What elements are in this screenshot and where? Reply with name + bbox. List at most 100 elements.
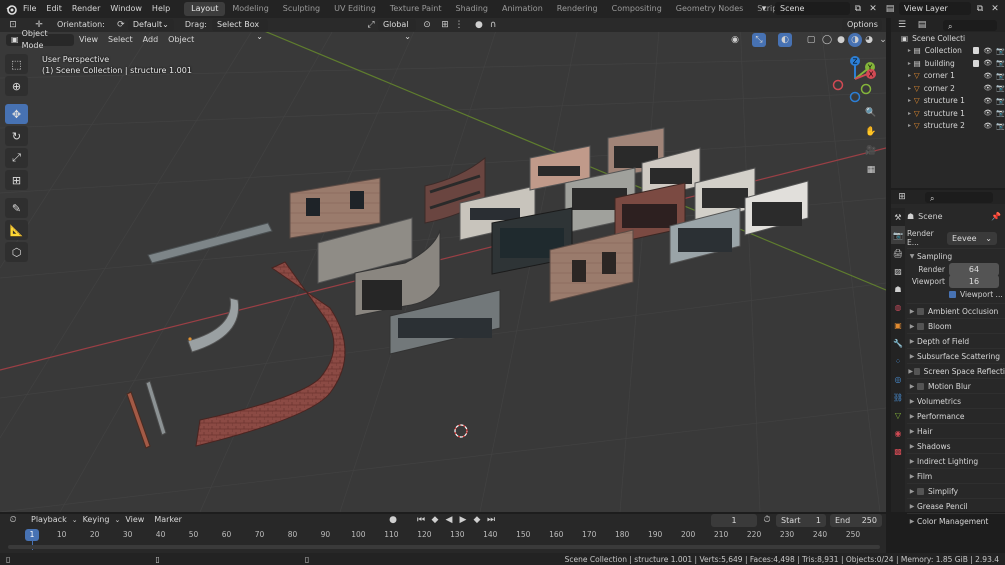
- viewport-samples-field[interactable]: 16: [949, 274, 999, 288]
- output-tab-icon[interactable]: 🖨: [891, 244, 905, 262]
- solid-shading-icon[interactable]: ●: [834, 33, 848, 47]
- render-camera-icon[interactable]: 📷: [996, 109, 1005, 117]
- menu-keying[interactable]: Keying: [78, 513, 115, 527]
- world-tab-icon[interactable]: ◍: [891, 298, 905, 316]
- proportional-edit-icon[interactable]: ●: [472, 18, 486, 32]
- blender-logo-icon[interactable]: [4, 2, 18, 16]
- navigation-gizmo[interactable]: Z Y X: [830, 54, 880, 104]
- menu-view[interactable]: View: [74, 33, 103, 47]
- tab-texture-paint[interactable]: Texture Paint: [383, 2, 449, 16]
- tab-animation[interactable]: Animation: [495, 2, 550, 16]
- transform-orientation-dropdown[interactable]: Global ⌄: [377, 19, 416, 41]
- pin-icon[interactable]: 📌: [991, 212, 1001, 221]
- options-dropdown[interactable]: Options: [842, 19, 882, 31]
- snap-target-icon[interactable]: ⋮: [452, 18, 466, 32]
- display-mode-icon[interactable]: ▤: [915, 18, 929, 32]
- section-enable-checkbox[interactable]: [917, 307, 924, 315]
- new-view-layer-icon[interactable]: ⧉: [973, 2, 987, 16]
- scene-icon[interactable]: ▾: [757, 2, 771, 16]
- include-checkbox[interactable]: [973, 47, 980, 55]
- wireframe-shading-icon[interactable]: ◯: [820, 33, 834, 47]
- editor-type-icon[interactable]: ⊡: [6, 18, 20, 32]
- viewport-denoise-row[interactable]: Viewport ...: [907, 287, 1005, 301]
- camera-view-icon[interactable]: 🎥: [864, 144, 878, 158]
- preview-range-icon[interactable]: ⏱: [760, 513, 774, 527]
- particles-tab-icon[interactable]: ⁘: [891, 352, 905, 370]
- menu-render[interactable]: Render: [67, 0, 105, 18]
- transform-tool-icon[interactable]: ⊞: [5, 170, 28, 190]
- annotate-tool-icon[interactable]: ✎: [5, 198, 28, 218]
- expand-icon[interactable]: ▸: [905, 72, 914, 79]
- pivot-point-icon[interactable]: ⊙: [420, 18, 434, 32]
- add-cube-tool-icon[interactable]: ⬡: [5, 242, 28, 262]
- visibility-eye-icon[interactable]: 👁: [983, 59, 992, 67]
- constraints-tab-icon[interactable]: ⛓: [891, 388, 905, 406]
- menu-object[interactable]: Object: [163, 33, 199, 47]
- view-layer-icon[interactable]: ▤: [883, 2, 897, 16]
- prev-keyframe-icon[interactable]: ◆: [428, 513, 442, 527]
- move-tool-icon[interactable]: ✥: [5, 104, 28, 124]
- record-icon[interactable]: ●: [386, 513, 400, 527]
- render-camera-icon[interactable]: 📷: [996, 97, 1005, 105]
- visibility-eye-icon[interactable]: 👁: [983, 47, 992, 55]
- outliner-item[interactable]: ▸ ▤ Collection 👁 📷: [891, 45, 1005, 58]
- properties-section[interactable]: ▶ Bloom: [907, 318, 1005, 333]
- properties-section[interactable]: ▶ Depth of Field: [907, 333, 1005, 348]
- start-frame-field[interactable]: Start 1: [776, 514, 826, 527]
- visibility-eye-icon[interactable]: 👁: [983, 84, 992, 92]
- render-camera-icon[interactable]: 📷: [996, 122, 1005, 130]
- remove-scene-icon[interactable]: ✕: [866, 2, 880, 16]
- tab-uv-editing[interactable]: UV Editing: [327, 2, 383, 16]
- tab-modeling[interactable]: Modeling: [225, 2, 275, 16]
- material-tab-icon[interactable]: ◉: [891, 424, 905, 442]
- scale-tool-icon[interactable]: ⤢: [5, 148, 28, 168]
- outliner-item[interactable]: ▸ ▽ structure 1 👁 📷: [891, 95, 1005, 108]
- end-frame-field[interactable]: End 250: [830, 514, 882, 527]
- expand-icon[interactable]: ▸: [905, 60, 914, 67]
- cursor-tool-icon[interactable]: ⊕: [5, 76, 28, 96]
- select-box-tool-icon[interactable]: ⬚: [5, 54, 28, 74]
- include-checkbox[interactable]: [973, 59, 980, 67]
- texture-tab-icon[interactable]: ▩: [891, 442, 905, 460]
- scene-tab-icon[interactable]: ☗: [891, 280, 905, 298]
- section-enable-checkbox[interactable]: [917, 322, 924, 330]
- tab-compositing[interactable]: Compositing: [605, 2, 669, 16]
- perspective-toggle-icon[interactable]: ▦: [864, 163, 878, 177]
- menu-view[interactable]: View: [120, 513, 149, 527]
- zoom-icon[interactable]: 🔍: [864, 106, 878, 120]
- render-tab-icon[interactable]: 📷: [891, 226, 905, 244]
- overlay-toggle-icon[interactable]: ◐: [778, 33, 792, 47]
- render-camera-icon[interactable]: 📷: [996, 84, 1005, 92]
- properties-section[interactable]: ▶ Performance: [907, 408, 1005, 423]
- orientation-dropdown[interactable]: Default ⌄: [127, 19, 174, 31]
- expand-icon[interactable]: ▸: [905, 122, 914, 129]
- visibility-eye-icon[interactable]: 👁: [983, 97, 992, 105]
- expand-icon[interactable]: ▸: [905, 47, 914, 54]
- next-keyframe-icon[interactable]: ◆: [470, 513, 484, 527]
- properties-section[interactable]: ▶ Shadows: [907, 438, 1005, 453]
- scene-selector[interactable]: Scene: [775, 2, 850, 15]
- menu-edit[interactable]: Edit: [41, 0, 67, 18]
- visibility-eye-icon[interactable]: 👁: [983, 109, 992, 117]
- properties-section[interactable]: ▶ Motion Blur: [907, 378, 1005, 393]
- timeline-scrollbar[interactable]: [8, 545, 880, 549]
- remove-view-layer-icon[interactable]: ✕: [988, 2, 1002, 16]
- outliner-item[interactable]: ▸ ▽ corner 2 👁 📷: [891, 82, 1005, 95]
- viewport-denoise-checkbox[interactable]: [949, 290, 956, 298]
- section-enable-checkbox[interactable]: [917, 382, 924, 390]
- visibility-eye-icon[interactable]: 👁: [983, 72, 992, 80]
- render-camera-icon[interactable]: 📷: [996, 59, 1005, 67]
- drag-dropdown[interactable]: Select Box ⌄: [211, 19, 268, 41]
- physics-tab-icon[interactable]: ◎: [891, 370, 905, 388]
- outliner-search-input[interactable]: ⌕: [943, 19, 997, 31]
- menu-file[interactable]: File: [18, 0, 41, 18]
- jump-start-icon[interactable]: ⏮: [414, 513, 428, 527]
- rendered-shading-icon[interactable]: ◕: [862, 33, 876, 47]
- object-mode-dropdown[interactable]: ▣ Object Mode: [6, 29, 74, 50]
- render-camera-icon[interactable]: 📷: [996, 47, 1005, 55]
- properties-section[interactable]: ▶ Film: [907, 468, 1005, 483]
- jump-end-icon[interactable]: ⏭: [484, 513, 498, 527]
- properties-section[interactable]: ▶ Grease Pencil: [907, 498, 1005, 513]
- outliner-item[interactable]: ▸ ▽ corner 1 👁 📷: [891, 70, 1005, 83]
- render-engine-dropdown[interactable]: Eevee ⌄: [947, 231, 997, 245]
